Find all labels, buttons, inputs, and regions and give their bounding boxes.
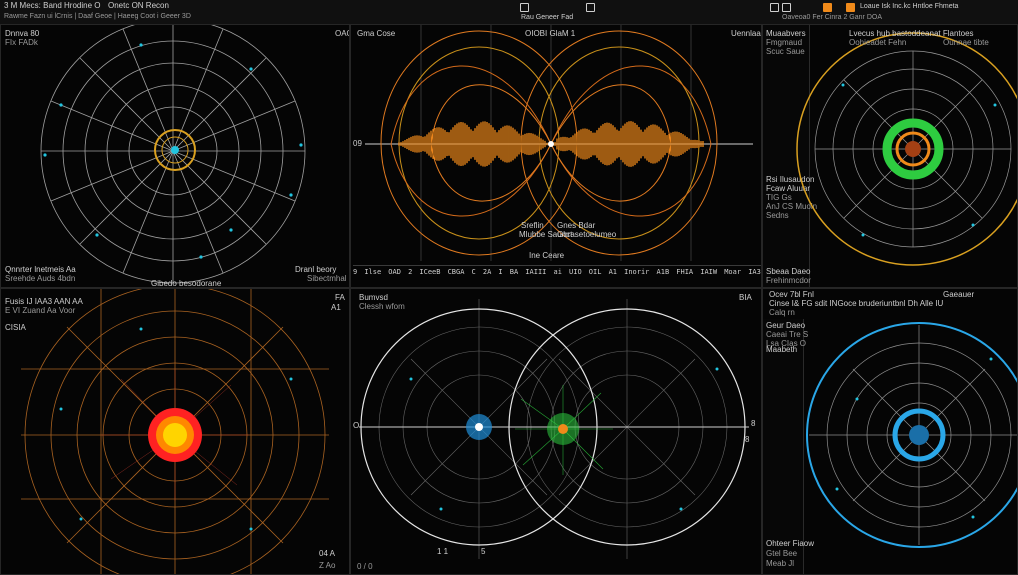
polar-plot-top-left xyxy=(40,25,306,284)
grid-icon[interactable] xyxy=(782,3,791,12)
center-title: Rau Geneer Fad xyxy=(521,14,574,21)
window-icon-right[interactable] xyxy=(770,3,779,12)
timeline-tick: A1B xyxy=(656,268,670,276)
timeline-tick: Moar xyxy=(724,268,742,276)
polar-plot-bottom-right xyxy=(806,322,1017,548)
legend-label: Ine Ceare xyxy=(529,251,565,260)
panel-label: Ounnae tibte xyxy=(943,38,989,47)
polar-plot-top-right xyxy=(796,32,1017,266)
record-icon[interactable] xyxy=(823,3,832,12)
window-subtitle: Onetc ON Recon xyxy=(108,1,169,10)
timeline-tick: I xyxy=(498,268,503,276)
panel-bottom-left[interactable]: Fusis IJ IAA3 AAN AA E VI Zuand Aa Voor … xyxy=(0,288,350,575)
waveform-plot xyxy=(365,25,753,261)
panel-label: Gibedo besodorane xyxy=(151,279,222,288)
panel-label: Oohieadet Fehn xyxy=(849,38,907,47)
panel-bottom-right[interactable]: Ocev 7bl Fnl Gaeauer Cinse I& FG sdit IN… xyxy=(762,288,1018,575)
timeline-tick: ai xyxy=(553,268,562,276)
panel-label: 8 xyxy=(745,435,750,444)
panel-label: OAO xyxy=(335,29,349,38)
panel-label: Sreehde Auds 4bdn xyxy=(5,274,76,283)
panel-label: 1 1 xyxy=(437,547,449,556)
panel-label: BIA xyxy=(739,293,752,302)
panel-top-left[interactable]: Dnnva 80 FIx FADk OAO Qnnrter lnetmeis A… xyxy=(0,24,350,288)
top-toolbar: 3 M Mecs: Band Hrodine O Onetc ON Recon … xyxy=(0,0,1018,25)
timeline-tick: IAIII xyxy=(525,268,547,276)
legend-label: Gbrasetoelumeo xyxy=(557,230,617,239)
timeline-tick: Ilse xyxy=(364,268,382,276)
axis-label: 09 xyxy=(353,139,362,148)
timeline-tick: 2A xyxy=(482,268,492,276)
panel-label: Z Ao xyxy=(319,561,336,570)
timeline-ruler[interactable]: 9 Ilse OAD 2 ICeeB CBGA C 2A I BA IAIII … xyxy=(353,265,761,279)
panel-top-center[interactable]: Gma Cose OIOBI GlaM 1 Uennlaa 09 Sreflin… xyxy=(350,24,762,288)
panel-label: FIx FADk xyxy=(5,38,38,47)
timeline-tick: Inorir xyxy=(624,268,650,276)
panel-label: 04 A xyxy=(319,549,336,558)
panel-label: 0 / 0 xyxy=(357,562,373,571)
panel-label: E VI Zuand Aa Voor xyxy=(5,306,76,315)
settings-icon[interactable] xyxy=(586,3,595,12)
alert-icon[interactable] xyxy=(846,3,855,12)
panel-top-right[interactable]: Muaabvers Fmgmaud Scuc Saue Rsi Ilusaudo… xyxy=(762,24,1018,288)
timeline-tick: OAD xyxy=(388,268,401,276)
timeline-tick: ICeeB xyxy=(419,268,441,276)
panel-bottom-center[interactable]: Bumvsd Clessh wfom O 8 BIA 8 1 1 5 0 / 0 xyxy=(350,288,762,575)
timeline-tick: CBGA xyxy=(447,268,465,276)
timeline-tick: 9 xyxy=(353,268,358,276)
panel-label: 5 xyxy=(481,547,486,556)
timeline-tick: FHIA xyxy=(676,268,694,276)
timeline-tick: OIL xyxy=(588,268,602,276)
panel-label: Uennlaa xyxy=(731,29,761,38)
panel-label: Clessh wfom xyxy=(359,302,405,311)
timeline-tick: BA xyxy=(509,268,519,276)
timeline-tick: IAIW xyxy=(700,268,718,276)
timeline-tick: C xyxy=(471,268,476,276)
window-title: 3 M Mecs: Band Hrodine O xyxy=(4,1,101,10)
timeline-tick: 2 xyxy=(408,268,413,276)
panel-label: Sibectmhal xyxy=(307,274,347,283)
axis-label: O xyxy=(353,421,360,430)
panel-label: CISIA xyxy=(5,323,26,332)
timeline-tick: IA3 xyxy=(748,268,761,276)
polar-plot-bottom-left xyxy=(21,289,329,574)
panel-label: OIOBI GlaM 1 xyxy=(525,29,576,38)
right-subtitle: Oaveoa0 Fer Cinra 2 Ganr DOA xyxy=(782,14,882,21)
window-icon[interactable] xyxy=(520,3,529,12)
timeline-tick: A1 xyxy=(608,268,617,276)
right-title: Loaue Isk Inc.kc Hntloe Fhmeta xyxy=(860,3,959,10)
dual-polar-plot xyxy=(359,299,749,559)
timeline-tick: UIO xyxy=(569,268,582,276)
panel-label: A1 xyxy=(331,303,341,312)
panel-label: FA xyxy=(335,293,345,302)
menu-bar[interactable]: Rawme Fazn ui lCrnis | Daaf Geoe | Haeeg… xyxy=(4,12,191,22)
axis-label: 8 xyxy=(751,419,756,428)
panel-label: Gma Cose xyxy=(357,29,396,38)
